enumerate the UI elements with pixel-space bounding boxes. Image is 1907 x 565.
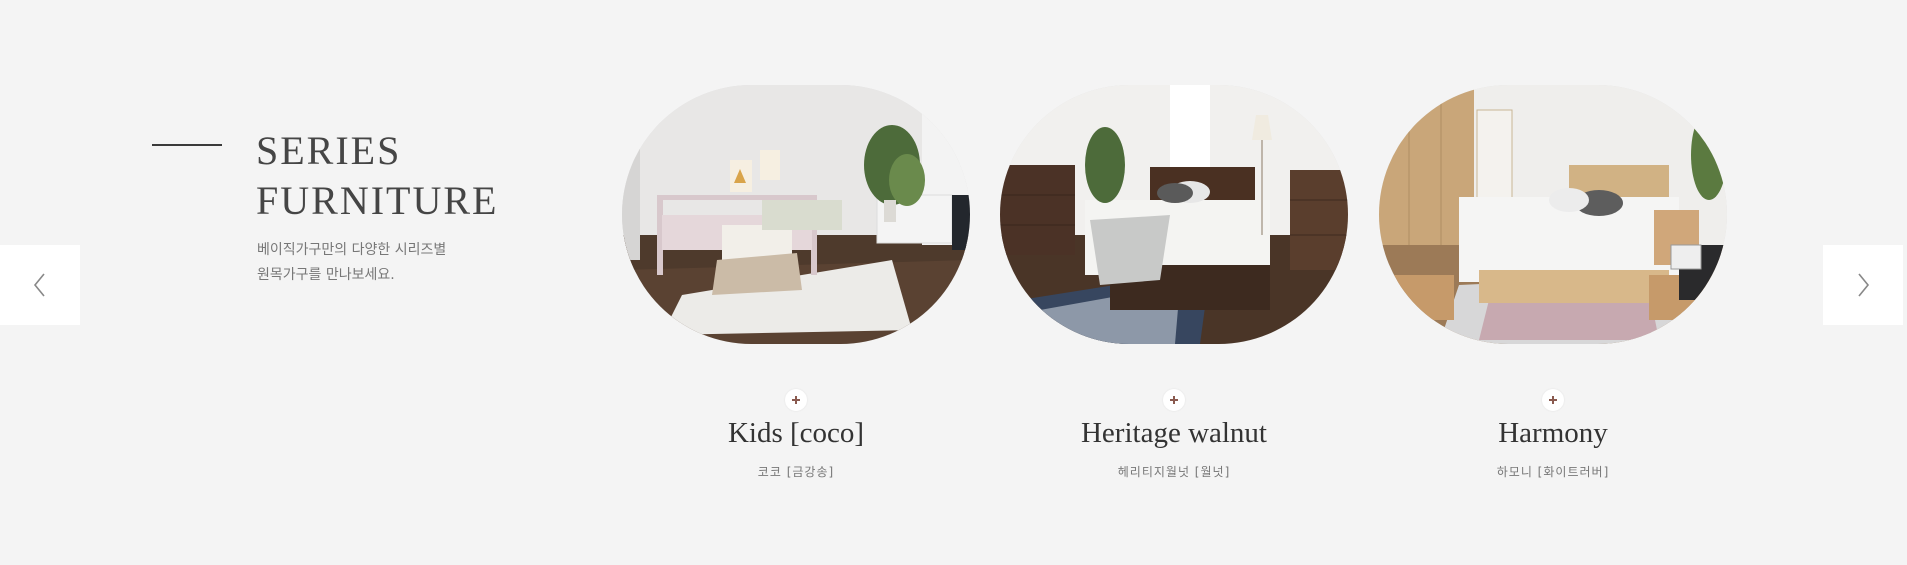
section-title-line1: SERIES (256, 128, 402, 173)
section-description-line2: 원목가구를 만나보세요. (257, 267, 395, 283)
series-subtitle-heritage-walnut: 헤리티지월넛 [월넛] (1117, 465, 1231, 479)
series-card-harmony[interactable]: Harmony 하모니 [화이트러버] (1379, 85, 1727, 479)
chevron-left-icon (33, 273, 45, 297)
series-image-kids[interactable] (622, 85, 970, 344)
intro-divider-line (152, 144, 222, 146)
series-title-harmony: Harmony (1498, 417, 1608, 449)
series-title-kids: Kids [coco] (727, 417, 865, 449)
chevron-right-icon (1858, 273, 1870, 297)
section-description-line1: 베이직가구만의 다양한 시리즈별 (257, 242, 447, 258)
view-series-harmony-button[interactable] (1542, 389, 1564, 411)
series-image-heritage-walnut[interactable] (1000, 85, 1348, 344)
view-series-kids-button[interactable] (785, 389, 807, 411)
series-card-kids[interactable]: Kids [coco] 코코 [금강송] (622, 85, 970, 479)
view-series-heritage-walnut-button[interactable] (1163, 389, 1185, 411)
series-subtitle-harmony: 하모니 [화이트러버] (1496, 465, 1610, 479)
section-title: SERIES FURNITURE (256, 126, 576, 226)
section-title-line2: FURNITURE (256, 178, 499, 223)
series-card-heritage-walnut[interactable]: Heritage walnut 헤리티지월넛 [월넛] (1000, 85, 1348, 479)
series-title-heritage-walnut: Heritage walnut (1080, 417, 1267, 449)
carousel-next-button[interactable] (1823, 245, 1903, 325)
series-image-harmony[interactable] (1379, 85, 1727, 344)
section-description: 베이직가구만의 다양한 시리즈별 원목가구를 만나보세요. (257, 238, 557, 288)
carousel-prev-button[interactable] (0, 245, 80, 325)
series-subtitle-kids: 코코 [금강송] (757, 465, 835, 479)
